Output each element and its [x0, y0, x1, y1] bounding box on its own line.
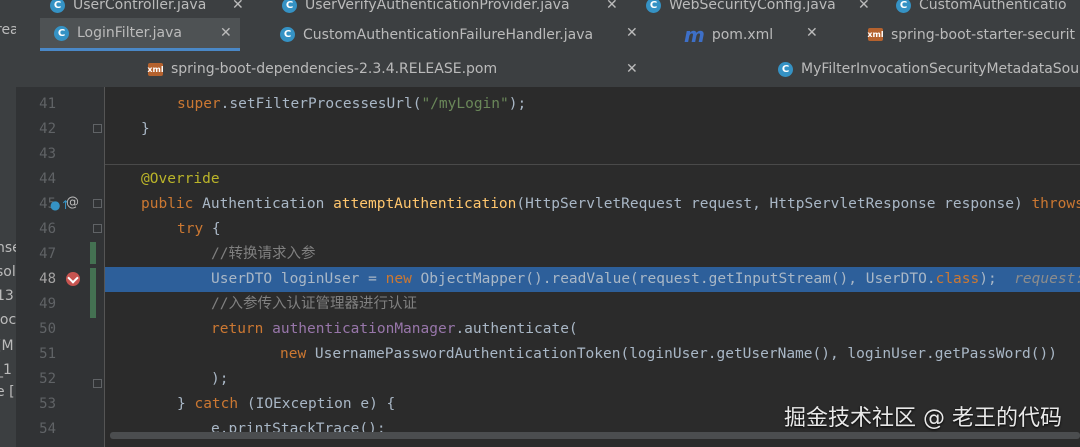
- code-line-46: try {: [177, 221, 221, 237]
- tab-label: MyFilterInvocationSecurityMetadataSou: [801, 61, 1080, 77]
- strip-text: 13: [0, 288, 14, 304]
- tab-label: UserController.java: [73, 0, 207, 13]
- close-icon[interactable]: ✕: [806, 16, 818, 49]
- fold-icon[interactable]: [93, 379, 102, 388]
- code-line-41: super.setFilterProcessesUrl("/myLogin");: [177, 96, 527, 112]
- editor-tab-row-0: C UserController.java ✕ C UserVerifyAuthen…: [16, 0, 1080, 19]
- tab-pom-xml[interactable]: m pom.xml: [684, 18, 773, 51]
- code-line-50: return authenticationManager.authenticat…: [211, 321, 578, 337]
- annotation-icon: @: [66, 195, 79, 210]
- tab-label: CustomAuthenticationFailureHandler.java: [303, 26, 594, 43]
- line-number: 42: [39, 121, 56, 137]
- strip-text: loc: [0, 312, 16, 328]
- editor-tab-row-1: C LoginFilter.java ✕ C CustomAuthenticatio…: [16, 18, 1080, 52]
- class-icon: C: [54, 25, 69, 41]
- strip-text: nse: [0, 240, 16, 256]
- class-icon: C: [896, 0, 911, 13]
- line-number: 44: [39, 171, 56, 187]
- tab-customauthenticationfailurehandler[interactable]: C CustomAuthenticationFailureHandler.java: [280, 18, 593, 51]
- tab-label: CustomAuthenticatio: [919, 0, 1067, 13]
- close-icon[interactable]: ✕: [232, 0, 244, 18]
- class-icon: C: [280, 27, 295, 42]
- close-icon[interactable]: ✕: [220, 16, 232, 49]
- code-line-44: @Override: [141, 171, 220, 187]
- editor-gutter[interactable]: 41 42 43 44 45 46 47 48 49 50 51 52 53 5…: [16, 87, 104, 447]
- breakpoint-icon[interactable]: [66, 272, 80, 286]
- line-number: 47: [39, 246, 56, 262]
- class-icon: C: [50, 0, 65, 13]
- line-number: 48: [39, 271, 56, 287]
- left-tool-panel-strip: rea nse sol 13 loc [M _1 e [: [0, 0, 16, 447]
- line-number: 53: [39, 396, 56, 412]
- close-icon[interactable]: ✕: [626, 16, 638, 49]
- line-number: 43: [39, 146, 56, 162]
- pom-file-icon: xml: [867, 28, 884, 41]
- tab-label: WebSecurityConfig.java: [669, 0, 836, 13]
- strip-text: rea: [0, 22, 16, 38]
- line-number: 49: [39, 296, 56, 312]
- tab-spring-boot-starter-security[interactable]: xml spring-boot-starter-securit: [867, 18, 1075, 51]
- tab-loginfilter[interactable]: C LoginFilter.java: [40, 18, 240, 51]
- strip-text: _1: [0, 362, 12, 378]
- tab-label: spring-boot-starter-securit: [891, 26, 1075, 43]
- tab-label: UserVerifyAuthenticationProvider.java: [305, 0, 570, 13]
- class-icon: C: [646, 0, 661, 13]
- line-number: 46: [39, 221, 56, 237]
- watermark: 掘金技术社区 @ 老王的代码: [784, 406, 1062, 431]
- method-separator: [105, 164, 1080, 165]
- fold-icon[interactable]: [93, 124, 102, 133]
- code-line-42: }: [141, 121, 150, 137]
- pom-file-icon: xml: [147, 62, 164, 76]
- code-editor[interactable]: super.setFilterProcessesUrl("/myLogin");…: [105, 87, 1080, 447]
- line-number: 52: [39, 371, 56, 387]
- line-number: 54: [39, 421, 56, 437]
- line-number: 51: [39, 346, 56, 362]
- fold-icon[interactable]: [93, 224, 102, 233]
- tab-customauthentication[interactable]: C CustomAuthenticatio: [896, 0, 1067, 18]
- close-icon[interactable]: ✕: [626, 51, 638, 87]
- debug-inline-value: request:: [1014, 271, 1080, 287]
- class-icon: C: [778, 61, 793, 77]
- vcs-change-marker[interactable]: [90, 268, 96, 318]
- line-number: 50: [39, 321, 56, 337]
- tab-spring-boot-dependencies-pom[interactable]: xml spring-boot-dependencies-2.3.4.RELEAS…: [147, 51, 498, 87]
- vcs-change-marker[interactable]: [90, 242, 96, 264]
- strip-text: sol: [0, 264, 16, 280]
- horizontal-scrollbar[interactable]: [110, 432, 1080, 439]
- line-number: 41: [39, 96, 56, 112]
- class-icon: C: [282, 0, 297, 13]
- fold-icon[interactable]: [93, 199, 102, 208]
- code-line-48-current-breakpoint: UserDTO loginUser = new ObjectMapper().r…: [105, 267, 1080, 292]
- tab-label: spring-boot-dependencies-2.3.4.RELEASE.p…: [171, 61, 498, 77]
- tab-userverifyauthenticationprovider[interactable]: C UserVerifyAuthenticationProvider.java: [282, 0, 570, 18]
- strip-text: [M: [0, 338, 14, 354]
- code-line-51: new UsernamePasswordAuthenticationToken(…: [280, 346, 1057, 362]
- code-line-45: public Authentication attemptAuthenticat…: [141, 196, 1080, 212]
- code-line-49: //入参传入认证管理器进行认证: [211, 296, 417, 312]
- tab-usercontroller[interactable]: C UserController.java: [50, 0, 206, 18]
- strip-text: e [: [0, 384, 15, 400]
- tab-myfilterinvocationsecuritymetadatasource[interactable]: C MyFilterInvocationSecurityMetadataSou: [778, 51, 1079, 87]
- close-icon[interactable]: ✕: [606, 0, 618, 18]
- code-line-52: );: [211, 371, 229, 387]
- close-icon[interactable]: ✕: [858, 0, 870, 18]
- tab-label: LoginFilter.java: [77, 25, 182, 41]
- maven-icon: m: [684, 22, 705, 47]
- code-line-47: //转换请求入参: [211, 246, 316, 262]
- tab-label: pom.xml: [711, 26, 774, 43]
- editor-tab-row-2: xml spring-boot-dependencies-2.3.4.RELEAS…: [16, 51, 1080, 88]
